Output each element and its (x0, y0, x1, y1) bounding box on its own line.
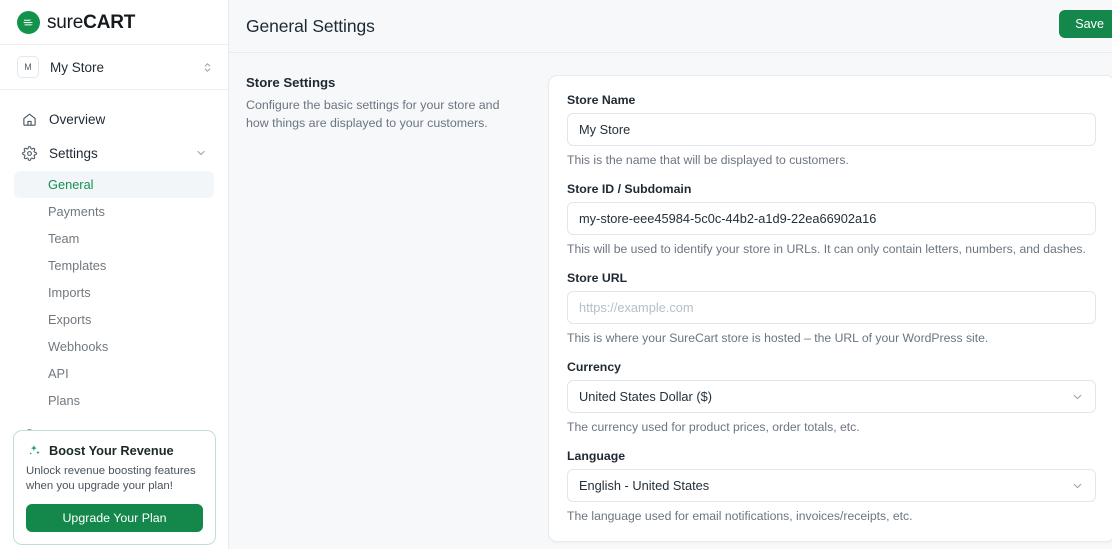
sparkles-icon (26, 442, 42, 458)
app-root: sureCART M My Store Overview (0, 0, 1112, 549)
store-url-label: Store URL (567, 271, 1096, 285)
field-store-url: Store URL This is where your SureCart st… (567, 271, 1096, 345)
home-icon (21, 111, 38, 128)
sidebar-item-payments[interactable]: Payments (14, 198, 214, 225)
store-settings-description-block: Store Settings Configure the basic setti… (246, 75, 536, 542)
sidebar-item-overview[interactable]: Overview (12, 104, 216, 134)
promo-header: Boost Your Revenue (26, 442, 203, 458)
sidebar-item-settings-label: Settings (49, 146, 195, 161)
store-name-help: This is the name that will be displayed … (567, 153, 1096, 167)
store-id-label: Store ID / Subdomain (567, 182, 1096, 196)
store-id-help: This will be used to identify your store… (567, 242, 1096, 256)
section-description: Configure the basic settings for your st… (246, 96, 518, 132)
store-switcher-label: My Store (50, 60, 201, 75)
sidebar-item-webhooks[interactable]: Webhooks (14, 333, 214, 360)
store-avatar: M (17, 56, 39, 78)
field-store-id: Store ID / Subdomain This will be used t… (567, 182, 1096, 256)
sidebar: sureCART M My Store Overview (0, 0, 229, 549)
language-help: The language used for email notification… (567, 509, 1096, 523)
store-settings-card: Store Name This is the name that will be… (548, 75, 1112, 542)
section-title: Store Settings (246, 75, 518, 90)
field-store-name: Store Name This is the name that will be… (567, 93, 1096, 167)
sidebar-item-api[interactable]: API (14, 360, 214, 387)
language-select-wrap: English - United States (567, 469, 1096, 502)
logo-wordmark: sureCART (47, 13, 135, 32)
currency-help: The currency used for product prices, or… (567, 420, 1096, 434)
field-language: Language English - United States The lan… (567, 449, 1096, 523)
gear-icon (21, 145, 38, 162)
store-url-help: This is where your SureCart store is hos… (567, 331, 1096, 345)
store-url-input[interactable] (567, 291, 1096, 324)
sidebar-item-plans[interactable]: Plans (14, 387, 214, 414)
main-content: General Settings Save Store Settings Con… (229, 0, 1112, 549)
surecart-logo-icon (17, 11, 40, 34)
promo-card: Boost Your Revenue Unlock revenue boosti… (13, 430, 216, 545)
chevron-down-icon (195, 147, 207, 159)
currency-select-wrap: United States Dollar ($) (567, 380, 1096, 413)
currency-select[interactable]: United States Dollar ($) (567, 380, 1096, 413)
currency-label: Currency (567, 360, 1096, 374)
sidebar-item-templates[interactable]: Templates (14, 252, 214, 279)
save-button[interactable]: Save (1059, 10, 1112, 38)
language-label: Language (567, 449, 1096, 463)
upgrade-plan-button[interactable]: Upgrade Your Plan (26, 504, 203, 532)
page-header: General Settings Save (229, 0, 1112, 53)
sidebar-item-imports[interactable]: Imports (14, 279, 214, 306)
sidebar-item-general[interactable]: General (14, 171, 214, 198)
settings-content: Store Settings Configure the basic setti… (229, 53, 1112, 542)
store-name-label: Store Name (567, 93, 1096, 107)
sidebar-item-settings[interactable]: Settings (12, 138, 216, 168)
store-switcher[interactable]: M My Store (0, 45, 228, 90)
field-currency: Currency United States Dollar ($) The cu… (567, 360, 1096, 434)
promo-description: Unlock revenue boosting features when yo… (26, 464, 203, 494)
sidebar-nav: Overview Settings General P (0, 90, 228, 450)
language-select[interactable]: English - United States (567, 469, 1096, 502)
store-id-input[interactable] (567, 202, 1096, 235)
sidebar-item-exports[interactable]: Exports (14, 306, 214, 333)
logo-text-cart: CART (83, 12, 135, 33)
logo-text-sure: sure (47, 12, 83, 33)
store-name-input[interactable] (567, 113, 1096, 146)
sidebar-settings-subnav: General Payments Team Templates Imports … (0, 171, 228, 414)
promo-title: Boost Your Revenue (49, 443, 174, 458)
sidebar-item-team[interactable]: Team (14, 225, 214, 252)
sidebar-item-overview-label: Overview (49, 112, 207, 127)
chevron-up-down-icon (201, 61, 214, 74)
page-title: General Settings (246, 16, 375, 37)
logo[interactable]: sureCART (0, 0, 228, 45)
